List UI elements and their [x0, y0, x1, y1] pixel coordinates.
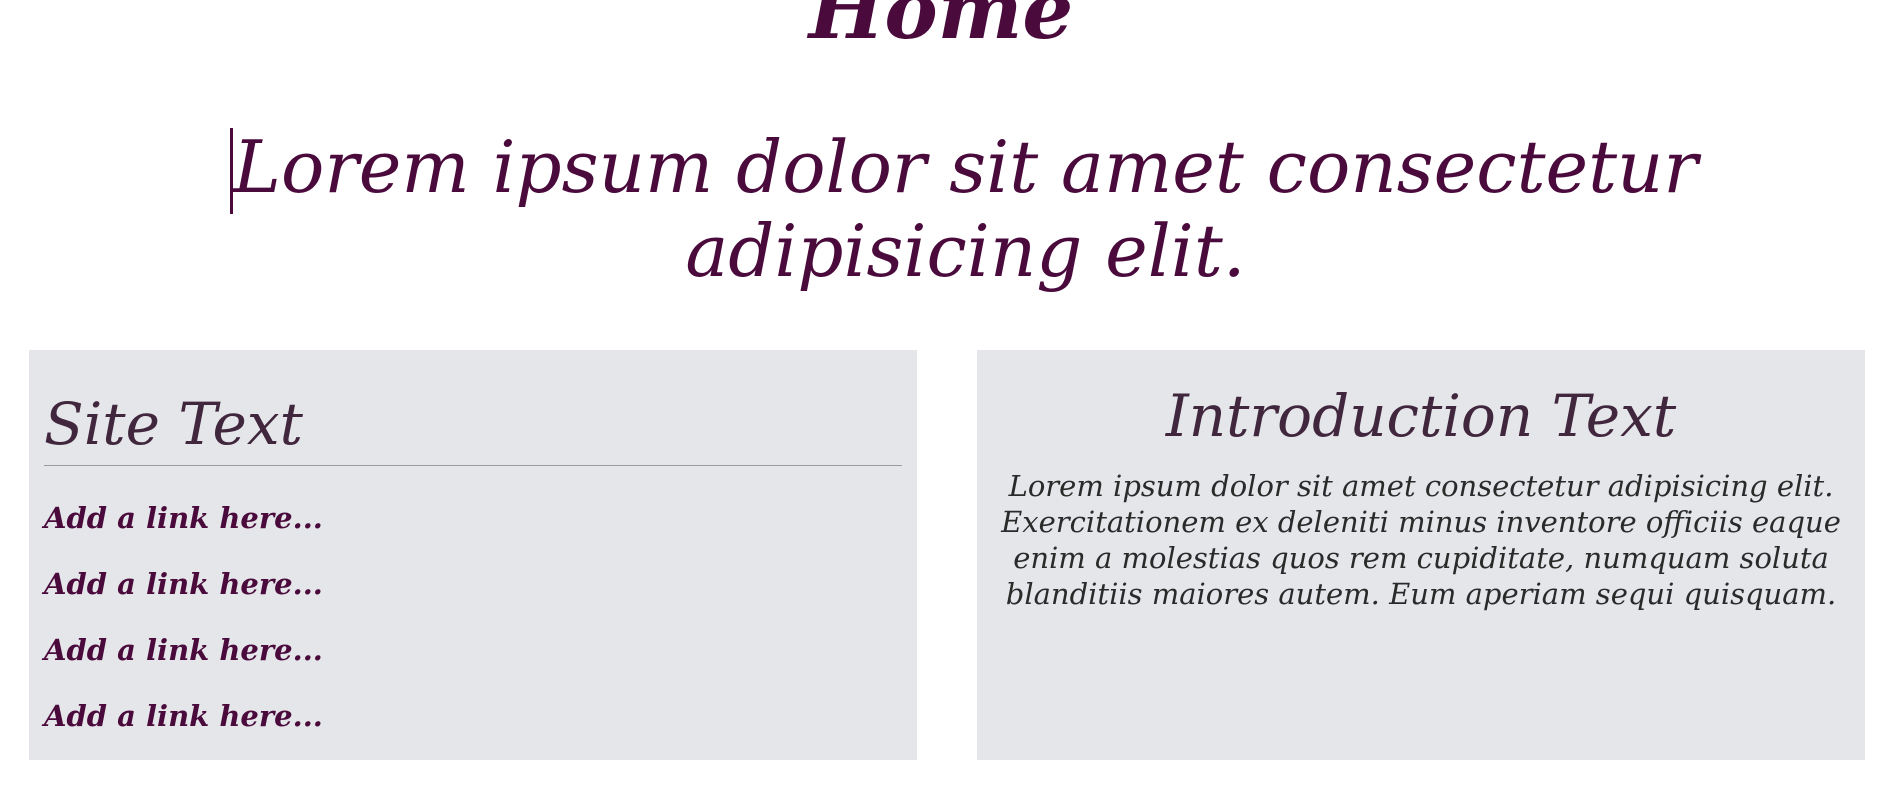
list-item: Add a link here...: [44, 632, 323, 698]
list-item: Add a link here...: [44, 698, 323, 764]
list-item: Add a link here...: [44, 500, 323, 566]
link-2[interactable]: Add a link here...: [44, 567, 323, 601]
page-title: Home: [808, 0, 1074, 57]
introduction-panel: Introduction Text Lorem ipsum dolor sit …: [977, 350, 1865, 760]
list-item: Add a link here...: [44, 566, 323, 632]
site-text-heading: Site Text: [44, 390, 303, 458]
hero-quote: Lorem ipsum dolor sit amet consectetur a…: [233, 125, 1698, 293]
divider: [44, 465, 902, 466]
link-3[interactable]: Add a link here...: [44, 633, 323, 667]
introduction-heading: Introduction Text: [1165, 382, 1677, 450]
link-4[interactable]: Add a link here...: [44, 699, 323, 733]
link-list: Add a link here... Add a link here... Ad…: [44, 500, 323, 764]
introduction-body: Lorem ipsum dolor sit amet consectetur a…: [1001, 469, 1841, 611]
link-1[interactable]: Add a link here...: [44, 501, 323, 535]
site-text-panel: Site Text Add a link here... Add a link …: [29, 350, 917, 760]
